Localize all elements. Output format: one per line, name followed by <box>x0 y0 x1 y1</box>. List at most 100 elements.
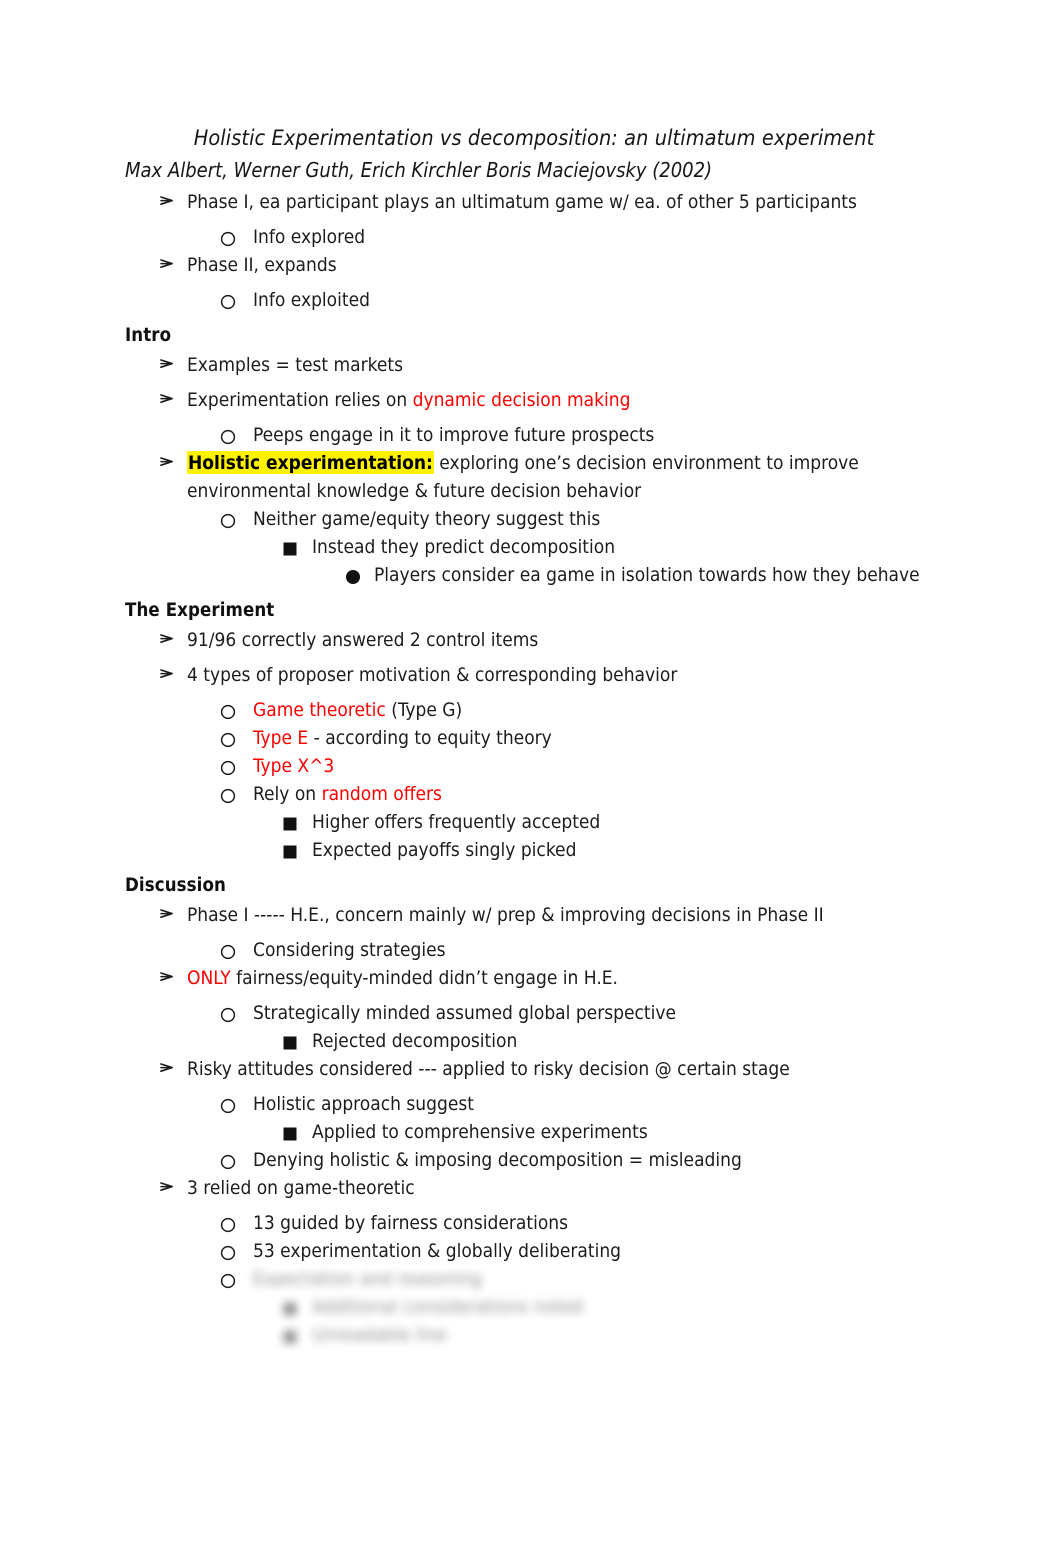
bullet-row: Instead they predict decomposition <box>125 533 925 561</box>
bullet-text-segment: Risky attitudes considered --- applied t… <box>187 1057 790 1080</box>
hollow-circle-bullet-icon <box>220 1265 253 1289</box>
bullet-text: Phase I ----- H.E., concern mainly w/ pr… <box>187 901 925 929</box>
bullet-row: 4 types of proposer motivation & corresp… <box>125 661 925 696</box>
bullet-text: Applied to comprehensive experiments <box>312 1118 925 1146</box>
filled-square-bullet-icon <box>283 1027 312 1050</box>
highlighted-term: Holistic experimentation: <box>187 450 434 474</box>
bullet-text-segment: Denying holistic & imposing decompositio… <box>253 1148 742 1171</box>
bullet-row: Type X^3 <box>125 752 925 780</box>
bullet-row: Rejected decomposition <box>125 1027 925 1055</box>
red-emphasis-text: ONLY <box>187 966 231 989</box>
bullet-row: Expected payoffs singly picked <box>125 836 925 864</box>
filled-square-bullet-icon <box>283 808 312 831</box>
arrow-bullet-icon <box>159 1055 187 1090</box>
bullet-text: Instead they predict decomposition <box>312 533 925 561</box>
filled-disc-bullet-icon <box>345 561 374 585</box>
bullet-text-segment: Considering strategies <box>253 938 446 961</box>
bullet-text: 53 experimentation & globally deliberati… <box>253 1237 925 1265</box>
bullet-text: Examples = test markets <box>187 351 925 379</box>
red-emphasis-text: Game theoretic <box>253 698 386 721</box>
bullet-row: 13 guided by fairness considerations <box>125 1209 925 1237</box>
bullet-text-segment: Applied to comprehensive experiments <box>312 1120 648 1143</box>
hollow-circle-bullet-icon <box>220 780 253 804</box>
bullet-row: Considering strategies <box>125 936 925 964</box>
bullet-text-segment: 13 guided by fairness considerations <box>253 1211 569 1234</box>
bullet-text: Rely on random offers <box>253 780 925 808</box>
bullet-row: Game theoretic (Type G) <box>125 696 925 724</box>
hollow-circle-bullet-icon <box>220 223 253 247</box>
bullet-row: Strategically minded assumed global pers… <box>125 999 925 1027</box>
bullet-text: Considering strategies <box>253 936 925 964</box>
bullet-text-segment: Players consider ea game in isolation to… <box>374 563 920 586</box>
bullet-text: Phase II, expands <box>187 251 925 279</box>
bullet-text-segment: Peeps engage in it to improve future pro… <box>253 423 655 446</box>
bullet-row: Holistic approach suggest <box>125 1090 925 1118</box>
filled-square-bullet-icon <box>283 1118 312 1141</box>
filled-square-bullet-icon <box>283 533 312 556</box>
bullet-text: Higher offers frequently accepted <box>312 808 925 836</box>
bullet-row: 3 relied on game-theoretic <box>125 1174 925 1209</box>
bullet-text: Type X^3 <box>253 752 925 780</box>
document-page: Holistic Experimentation vs decompositio… <box>0 0 1062 1556</box>
red-emphasis-text: Type X^3 <box>253 754 335 777</box>
hollow-circle-bullet-icon <box>220 1209 253 1233</box>
section-heading: The Experiment <box>125 599 275 621</box>
hollow-circle-bullet-icon <box>220 286 253 310</box>
bullet-row: Neither game/equity theory suggest this <box>125 505 925 533</box>
bullet-text-segment: Instead they predict decomposition <box>312 535 616 558</box>
bullet-row: Applied to comprehensive experiments <box>125 1118 925 1146</box>
bullet-text: Expected payoffs singly picked <box>312 836 925 864</box>
bullet-text: Risky attitudes considered --- applied t… <box>187 1055 925 1083</box>
bullet-text-segment: Phase I ----- H.E., concern mainly w/ pr… <box>187 903 824 926</box>
hollow-circle-bullet-icon <box>220 1090 253 1114</box>
bullet-row: Type E - according to equity theory <box>125 724 925 752</box>
hollow-circle-bullet-icon <box>220 696 253 720</box>
bullet-row: Risky attitudes considered --- applied t… <box>125 1055 925 1090</box>
hollow-circle-bullet-icon <box>220 724 253 748</box>
bullet-row: Denying holistic & imposing decompositio… <box>125 1146 925 1174</box>
bullet-text: Additional considerations noted <box>312 1293 925 1321</box>
bullet-text: 91/96 correctly answered 2 control items <box>187 626 925 654</box>
filled-square-bullet-icon <box>283 1293 312 1316</box>
arrow-bullet-icon <box>159 351 187 386</box>
bullet-row: Info exploited <box>125 286 925 314</box>
hollow-circle-bullet-icon <box>220 936 253 960</box>
bullet-text-segment: Info exploited <box>253 289 370 312</box>
bullet-text-segment: Unreadable line <box>312 1323 447 1346</box>
bullet-text-segment: Additional considerations noted <box>312 1295 583 1318</box>
bullet-row: Phase I ----- H.E., concern mainly w/ pr… <box>125 901 925 936</box>
section-heading: Discussion <box>125 874 226 896</box>
bullet-text: Holistic approach suggest <box>253 1090 925 1118</box>
arrow-bullet-icon <box>159 626 187 661</box>
bullet-text-segment: Higher offers frequently accepted <box>312 810 601 833</box>
bullet-text-segment: Examples = test markets <box>187 353 403 376</box>
bullet-text: 4 types of proposer motivation & corresp… <box>187 661 925 689</box>
bullet-row: Peeps engage in it to improve future pro… <box>125 421 925 449</box>
bullet-text-segment: 4 types of proposer motivation & corresp… <box>187 663 678 686</box>
sections-container: Intro Examples = test markets Experimentat… <box>125 323 925 1349</box>
bullet-text-segment: Holistic approach suggest <box>253 1092 474 1115</box>
bullet-text: 13 guided by fairness considerations <box>253 1209 925 1237</box>
arrow-bullet-icon <box>159 964 187 999</box>
bullet-text: Peeps engage in it to improve future pro… <box>253 421 925 449</box>
blurred-bullet-row: Expectation and reasoning <box>125 1265 925 1293</box>
bullet-text: Info exploited <box>253 286 925 314</box>
bullet-text-segment: 53 experimentation & globally deliberati… <box>253 1239 622 1262</box>
bullet-row: Players consider ea game in isolation to… <box>125 561 925 589</box>
bullet-text-segment: Phase II, expands <box>187 254 337 277</box>
filled-square-bullet-icon <box>283 1321 312 1344</box>
bullet-text: Rejected decomposition <box>312 1027 925 1055</box>
bullet-text: Expectation and reasoning <box>253 1265 925 1293</box>
bullet-row: Phase I, ea participant plays an ultimat… <box>125 188 925 223</box>
arrow-bullet-icon <box>159 386 187 421</box>
document-title: Holistic Experimentation vs decompositio… <box>193 126 875 151</box>
bullet-row: Experimentation relies on dynamic decisi… <box>125 386 925 421</box>
intro-preamble-list: Phase I, ea participant plays an ultimat… <box>125 188 925 314</box>
bullet-text: Experimentation relies on dynamic decisi… <box>187 386 925 414</box>
arrow-bullet-icon <box>159 661 187 696</box>
hollow-circle-bullet-icon <box>220 752 253 776</box>
hollow-circle-bullet-icon <box>220 1146 253 1170</box>
arrow-bullet-icon <box>159 901 187 936</box>
blurred-bullet-row: Unreadable line <box>125 1321 925 1349</box>
bullet-row: 53 experimentation & globally deliberati… <box>125 1237 925 1265</box>
